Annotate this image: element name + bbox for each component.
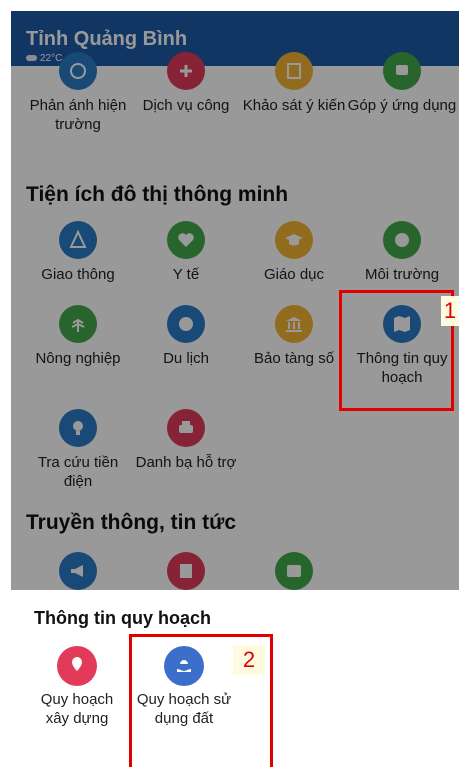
- callout-number-2: 2: [233, 645, 265, 675]
- option-label: Quy hoạch xây dựng: [40, 691, 114, 727]
- highlight-box-1: [339, 290, 454, 411]
- map-marker-icon: [57, 646, 97, 686]
- bottom-sheet-title: Thông tin quy hoạch: [34, 608, 211, 628]
- option-quy-hoach-xay-dung[interactable]: Quy hoạch xây dựng: [27, 646, 127, 728]
- callout-number-1: 1: [441, 296, 459, 326]
